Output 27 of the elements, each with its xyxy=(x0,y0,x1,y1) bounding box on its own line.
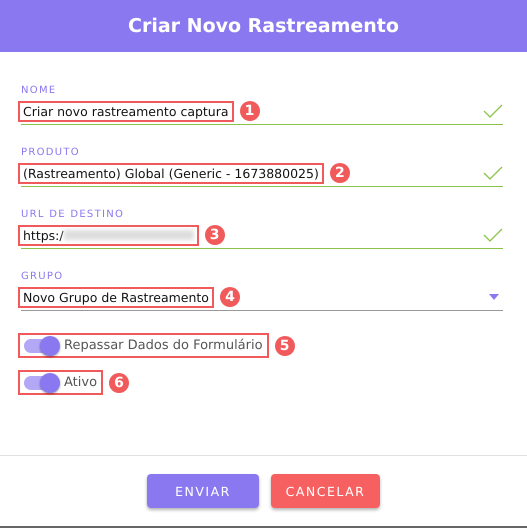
step-marker: 2 xyxy=(330,163,350,183)
field-value: Criar novo rastreamento captura xyxy=(18,100,234,122)
field-value: (Rastreamento) Global (Generic - 1673880025) xyxy=(18,162,324,184)
field-value: https:/ xyxy=(18,224,199,246)
check-icon xyxy=(483,103,503,119)
dialog-title: Criar Novo Rastreamento xyxy=(128,15,399,37)
field-label: GRUPO xyxy=(21,271,64,282)
toggle-switch[interactable] xyxy=(24,376,58,390)
field-value: Novo Grupo de Rastreamento xyxy=(18,286,214,308)
switch-label: Repassar Dados do Formulário xyxy=(64,338,263,353)
step-marker: 1 xyxy=(240,101,260,121)
caret-icon xyxy=(489,294,499,300)
select-field[interactable]: Novo Grupo de Rastreamento 4 xyxy=(21,284,503,311)
toggle-switch[interactable] xyxy=(24,338,58,352)
field-label: NOME xyxy=(21,85,58,96)
switch-label: Ativo xyxy=(64,375,98,390)
step-marker: 4 xyxy=(220,287,240,307)
input-field[interactable]: https:/ 3 xyxy=(21,222,503,249)
input-field[interactable]: (Rastreamento) Global (Generic - 1673880025) 2 xyxy=(21,160,503,187)
check-icon xyxy=(483,227,503,243)
field-label: URL DE DESTINO xyxy=(21,209,126,220)
step-marker: 3 xyxy=(204,225,225,245)
field-label: PRODUTO xyxy=(21,147,81,158)
input-field[interactable]: Criar novo rastreamento captura 1 xyxy=(21,98,503,125)
check-icon xyxy=(483,165,503,181)
step-marker: 5 xyxy=(274,336,295,356)
step-marker: 6 xyxy=(109,372,130,392)
